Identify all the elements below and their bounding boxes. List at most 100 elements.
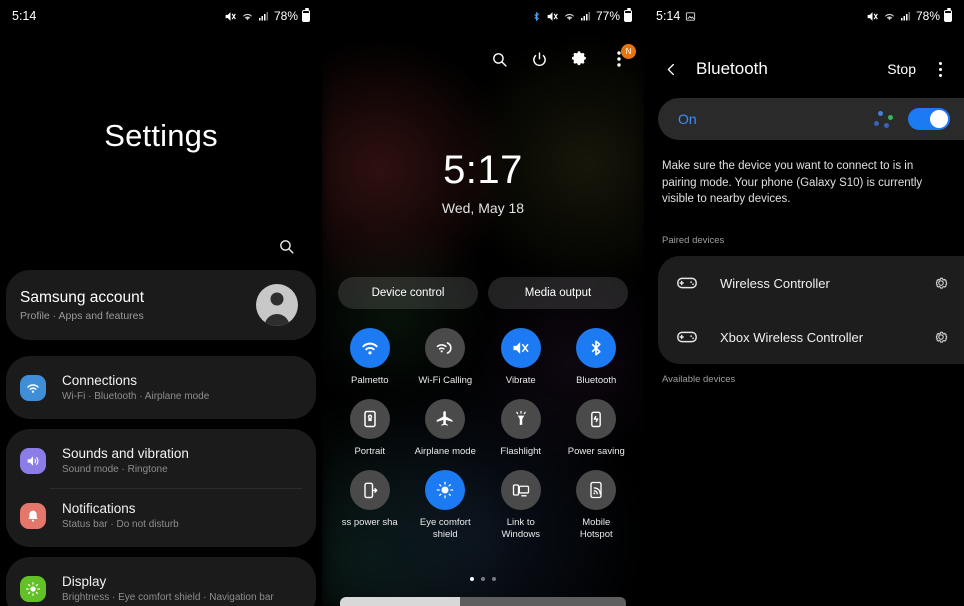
stop-button[interactable]: Stop	[887, 61, 916, 77]
settings-item-display[interactable]: Display Brightness · Eye comfort shield …	[6, 561, 316, 606]
device-name: Xbox Wireless Controller	[720, 329, 864, 345]
tile-label: Palmetto	[351, 375, 389, 386]
kebab-menu-button[interactable]	[932, 61, 948, 77]
power-button[interactable]	[528, 48, 550, 70]
tile-label: Vibrate	[505, 375, 536, 386]
wifi-icon	[563, 10, 576, 23]
kebab-menu-icon	[938, 73, 942, 77]
media-output-button[interactable]: Media output	[488, 277, 628, 309]
quick-toggle-eye-comfort-shield[interactable]: Eye comfort shield	[408, 469, 484, 541]
clock-date: Wed, May 18	[441, 200, 525, 216]
signal-icon	[258, 10, 270, 22]
settings-item-subtitle: Status bar · Do not disturb	[62, 519, 179, 530]
bluetooth-toggle-bar: On	[658, 98, 964, 140]
page-title: Settings	[104, 118, 218, 153]
settings-status-bar: 5:14 78%	[0, 0, 322, 32]
status-bar-right: 78%	[866, 8, 952, 23]
quick-toggle-link-to-windows[interactable]: Link to Windows	[483, 469, 559, 541]
settings-gear-button[interactable]	[568, 48, 590, 70]
battery-icon	[944, 8, 952, 22]
page-dot[interactable]	[481, 577, 485, 581]
samsung-account-card[interactable]: Samsung account Profile · Apps and featu…	[6, 270, 316, 340]
bluetooth-screen: 5:14 78% Bluetooth Stop On Make sure the…	[644, 0, 964, 606]
battery-icon	[302, 8, 310, 22]
sounds-notifications-card: Sounds and vibration Sound mode · Ringto…	[6, 429, 316, 547]
device-control-button[interactable]: Device control	[338, 277, 478, 309]
bluetooth-state-label: On	[678, 111, 697, 127]
power-icon	[531, 51, 548, 68]
settings-item-title: Connections	[62, 373, 138, 388]
device-settings-button[interactable]	[918, 328, 964, 346]
quick-toggle-portrait[interactable]: Portrait	[332, 398, 408, 458]
quick-panel-status-bar: 77%	[322, 0, 644, 32]
brightness-slider[interactable]	[340, 597, 626, 606]
settings-item-connections[interactable]: Connections Wi-Fi · Bluetooth · Airplane…	[6, 360, 316, 415]
tile-label: ss power sha	[341, 516, 398, 528]
search-button[interactable]	[488, 48, 510, 70]
clock-time: 5:17	[443, 148, 523, 192]
quick-toggle-flashlight[interactable]: Flashlight	[483, 398, 559, 458]
settings-item-subtitle: Brightness · Eye comfort shield · Naviga…	[62, 592, 274, 603]
back-chevron-icon	[664, 62, 679, 77]
search-icon	[491, 51, 508, 68]
display-card: Display Brightness · Eye comfort shield …	[6, 557, 316, 606]
signal-icon	[900, 10, 912, 22]
page-dot[interactable]	[492, 577, 496, 581]
search-button[interactable]	[272, 232, 300, 260]
quick-panel-clock[interactable]: 5:17 Wed, May 18	[322, 150, 644, 216]
airplane-icon	[425, 398, 466, 439]
quick-toggle-wireless-power-sharing[interactable]: ss power sha	[332, 469, 408, 541]
avatar	[256, 284, 298, 326]
back-button[interactable]	[660, 58, 682, 80]
tile-label: Bluetooth	[576, 375, 617, 386]
quick-toggle-mobile-hotspot[interactable]: Mobile Hotspot	[559, 469, 635, 541]
quick-toggle-bluetooth[interactable]: Bluetooth	[559, 328, 635, 387]
search-icon	[278, 238, 295, 255]
tile-label: Portrait	[354, 445, 386, 457]
settings-item-sounds-and-vibration[interactable]: Sounds and vibration Sound mode · Ringto…	[6, 433, 316, 488]
signal-icon	[580, 10, 592, 22]
hotspot-icon	[576, 469, 617, 510]
status-bar-right: 78%	[224, 8, 310, 23]
quick-toggle-vibrate[interactable]: Vibrate	[483, 328, 559, 387]
quick-panel-chips: Device control Media output	[322, 277, 644, 309]
kebab-menu-button[interactable]: N	[608, 44, 636, 70]
account-text: Samsung account Profile · Apps and featu…	[20, 289, 144, 322]
bluetooth-icon	[531, 11, 542, 22]
bell-icon	[20, 502, 46, 529]
settings-item-notifications[interactable]: Notifications Status bar · Do not distur…	[6, 488, 316, 543]
settings-item-title: Notifications	[62, 501, 136, 516]
quick-toggle-wifi-calling[interactable]: Wi-Fi Calling	[408, 328, 484, 387]
quick-toggle-palmetto[interactable]: Palmetto	[332, 328, 408, 387]
device-settings-button[interactable]	[918, 274, 964, 292]
settings-item-title: Display	[62, 574, 107, 589]
page-indicator	[322, 577, 644, 581]
flashlight-icon	[500, 398, 541, 439]
quick-toggle-grid: Palmetto Wi-Fi Calling Vibrate Bluetooth	[322, 328, 644, 541]
bluetooth-app-bar: Bluetooth Stop	[644, 50, 964, 88]
status-bar-time: 5:14	[12, 9, 37, 23]
battery-percent: 77%	[595, 9, 620, 23]
scanning-dots-icon	[872, 109, 898, 129]
screenshot-icon	[685, 11, 696, 22]
paired-device-row[interactable]: Xbox Wireless Controller	[658, 310, 964, 364]
quick-panel-header-icons: N	[488, 44, 636, 70]
connections-card: Connections Wi-Fi · Bluetooth · Airplane…	[6, 356, 316, 419]
status-bar-left: 5:14	[12, 9, 36, 23]
kebab-menu-icon	[938, 67, 942, 71]
settings-list: Samsung account Profile · Apps and featu…	[0, 270, 322, 606]
paired-device-row[interactable]: Wireless Controller	[658, 256, 964, 310]
quick-toggle-airplane-mode[interactable]: Airplane mode	[408, 398, 484, 458]
paired-devices-header: Paired devices	[662, 235, 725, 246]
mute-icon	[866, 10, 879, 23]
page-dot[interactable]	[470, 577, 474, 581]
display-text: Display Brightness · Eye comfort shield …	[62, 574, 274, 603]
bluetooth-toggle-switch[interactable]	[908, 108, 950, 130]
tile-label: Eye comfort shield	[419, 516, 471, 540]
page-title: Bluetooth	[696, 59, 768, 78]
quick-toggle-power-saving[interactable]: Power saving	[559, 398, 635, 458]
gear-icon	[571, 50, 588, 68]
gear-icon	[932, 274, 950, 292]
available-devices-header: Available devices	[662, 374, 736, 385]
link-to-windows-icon	[500, 469, 541, 510]
